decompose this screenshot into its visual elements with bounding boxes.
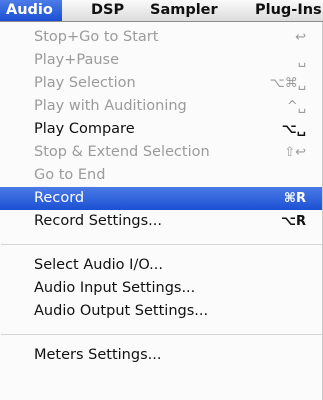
menu-item-label: Audio Input Settings... xyxy=(34,280,196,296)
menu-item-label: Go to End xyxy=(34,167,106,183)
menu-bar: Audio DSP Sampler Plug-Ins xyxy=(0,0,323,22)
menu-item-label: Meters Settings... xyxy=(34,347,162,363)
menu-item-record[interactable]: Record ⌘R xyxy=(0,187,322,210)
menu-item-audio-output-settings[interactable]: Audio Output Settings... xyxy=(0,300,322,323)
menu-item-shortcut: ⇧↩ xyxy=(284,145,306,160)
audio-menu-dropdown: Stop+Go to Start ↩ Play+Pause ␣ Play Sel… xyxy=(0,22,323,400)
menu-item-shortcut: ␣ xyxy=(297,53,306,68)
menu-item-go-to-end[interactable]: Go to End xyxy=(0,164,322,187)
menu-item-play-selection[interactable]: Play Selection ⌥⌘␣ xyxy=(0,72,322,95)
menubar-dsp[interactable]: DSP xyxy=(91,0,124,21)
menu-item-play-pause[interactable]: Play+Pause ␣ xyxy=(0,49,322,72)
menu-item-shortcut: ^␣ xyxy=(286,99,306,114)
menu-item-label: Select Audio I/O... xyxy=(34,257,163,273)
menu-item-record-settings[interactable]: Record Settings... ⌥R xyxy=(0,210,322,233)
menu-item-play-compare[interactable]: Play Compare ⌥␣ xyxy=(0,118,322,141)
menu-item-label: Record xyxy=(34,190,85,206)
menu-item-label: Record Settings... xyxy=(34,213,163,229)
menu-item-label: Play with Auditioning xyxy=(34,98,187,114)
menu-item-label: Audio Output Settings... xyxy=(34,303,209,319)
menu-item-label: Stop & Extend Selection xyxy=(34,144,210,160)
menu-item-shortcut: ⌘R xyxy=(283,191,306,206)
menu-item-play-with-auditioning[interactable]: Play with Auditioning ^␣ xyxy=(0,95,322,118)
menu-item-label: Play+Pause xyxy=(34,52,120,68)
menu-item-stop-go-to-start[interactable]: Stop+Go to Start ↩ xyxy=(0,26,322,49)
menubar-audio[interactable]: Audio xyxy=(0,0,62,21)
menu-item-audio-input-settings[interactable]: Audio Input Settings... xyxy=(0,277,322,300)
menu-item-shortcut: ⌥R xyxy=(281,214,306,229)
menu-item-select-audio-io[interactable]: Select Audio I/O... xyxy=(0,254,322,277)
menubar-sampler[interactable]: Sampler xyxy=(150,0,218,21)
menu-item-label: Stop+Go to Start xyxy=(34,29,159,45)
menu-item-meters-settings[interactable]: Meters Settings... xyxy=(0,344,322,367)
menu-item-stop-extend-selection[interactable]: Stop & Extend Selection ⇧↩ xyxy=(0,141,322,164)
menu-item-shortcut: ↩ xyxy=(295,30,306,45)
menubar-plug-ins[interactable]: Plug-Ins xyxy=(255,0,322,21)
menu-separator xyxy=(1,244,322,245)
menu-separator xyxy=(1,334,322,335)
menu-item-label: Play Compare xyxy=(34,121,135,137)
menu-item-label: Play Selection xyxy=(34,75,136,91)
menu-item-shortcut: ⌥␣ xyxy=(281,122,306,137)
menu-item-shortcut: ⌥⌘␣ xyxy=(269,76,306,91)
